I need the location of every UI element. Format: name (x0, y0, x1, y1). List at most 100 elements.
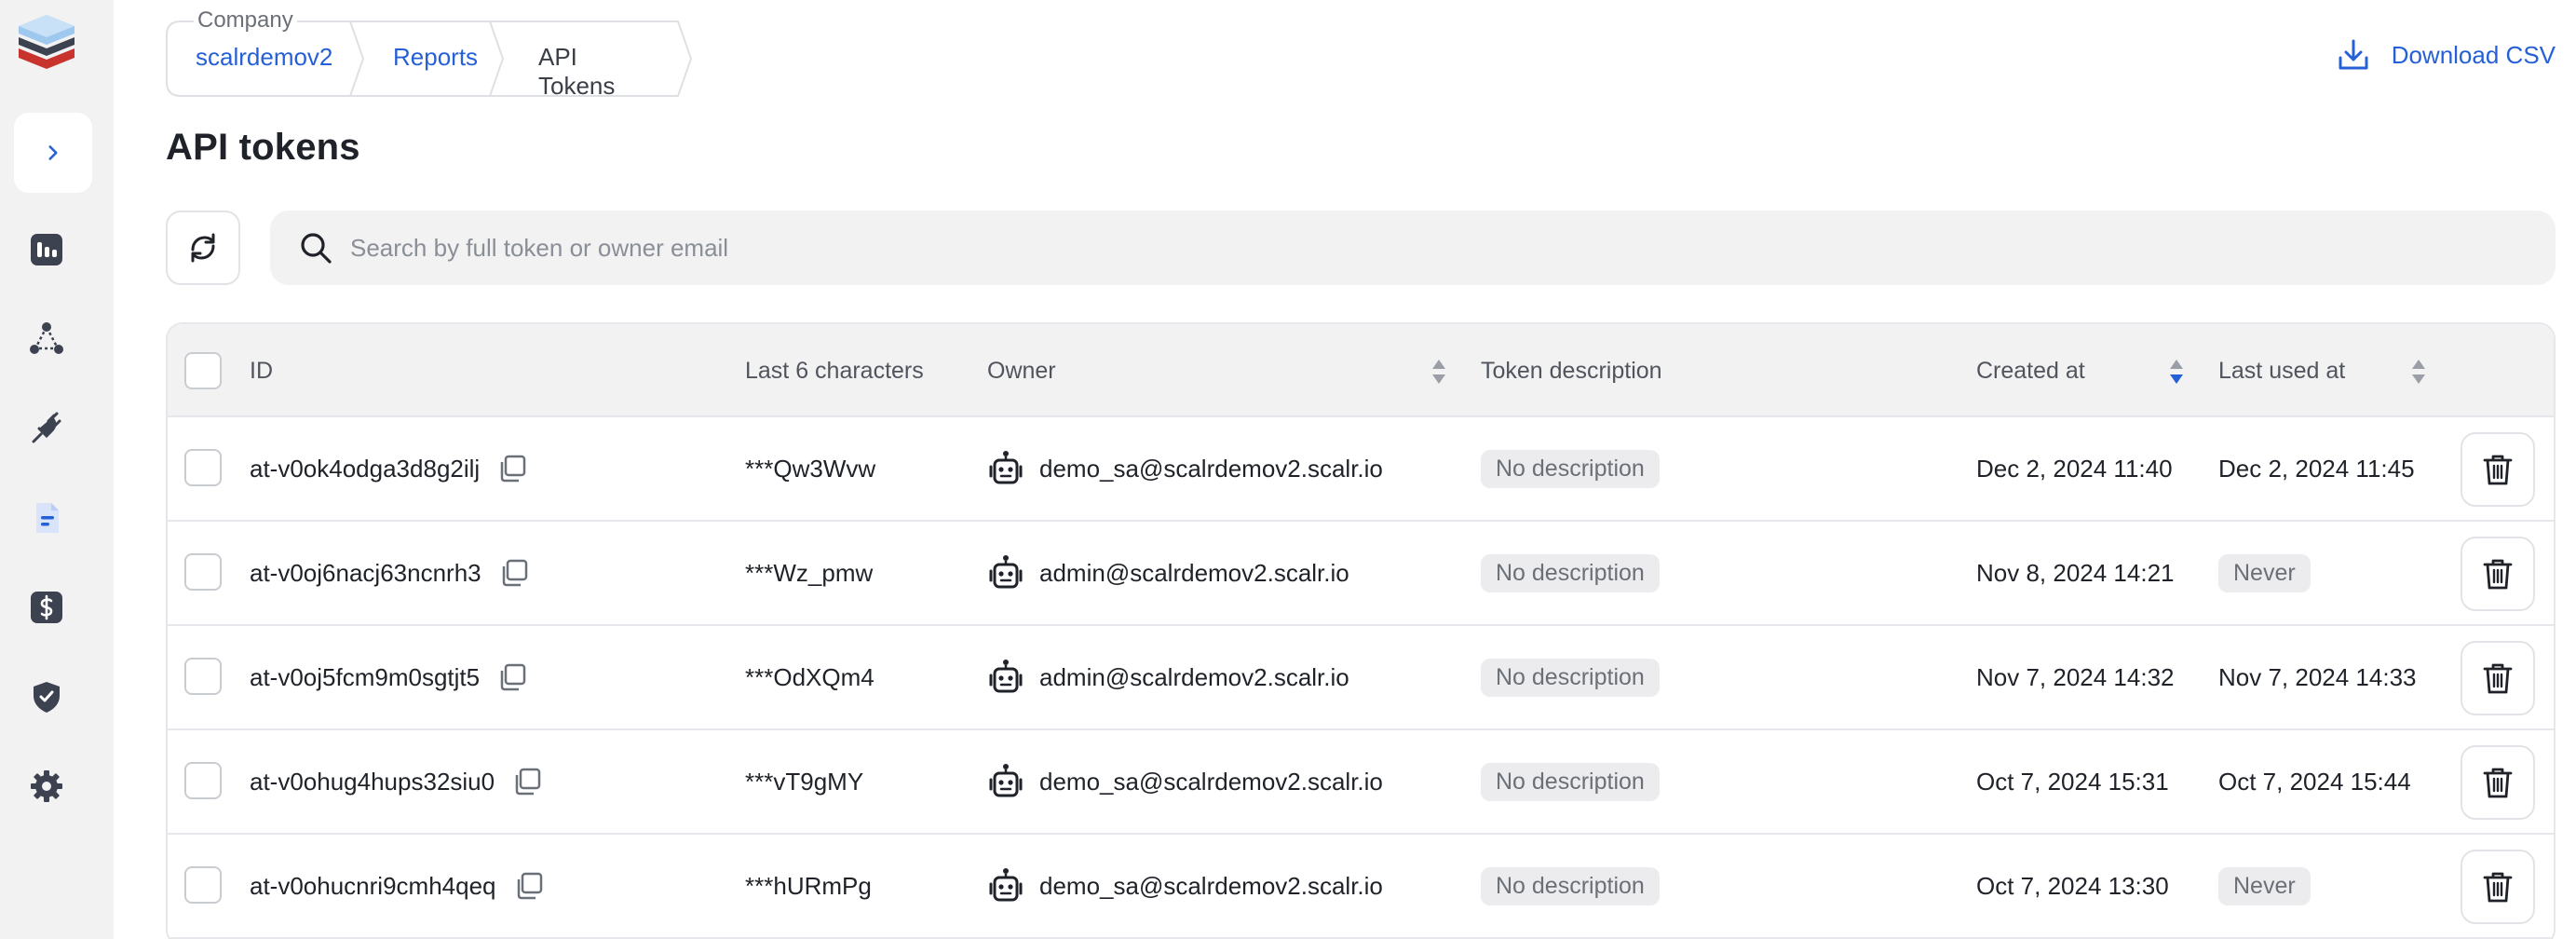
robot-icon (989, 451, 1023, 484)
owner-email: demo_sa@scalrdemov2.scalr.io (1039, 454, 1383, 483)
last-used-at: Oct 7, 2024 15:44 (2218, 767, 2411, 796)
description-cell: No description (1481, 835, 1660, 937)
nodes-icon (30, 322, 63, 354)
trash-icon (2483, 663, 2513, 694)
token-id-cell: at-v0oj6nacj63ncnrh3 (250, 522, 530, 624)
copy-icon[interactable] (498, 557, 530, 589)
copy-icon[interactable] (513, 870, 545, 902)
row-checkbox[interactable] (184, 449, 222, 486)
sort-last-used-icon[interactable] (2410, 358, 2427, 386)
sidebar-item-billing[interactable] (17, 578, 76, 637)
header-id: ID (250, 357, 273, 384)
table-header: ID Last 6 characters Owner Token descrip… (168, 324, 2554, 417)
robot-icon (989, 868, 1023, 902)
breadcrumb-current: API Tokens (538, 43, 616, 100)
download-icon (2339, 39, 2368, 70)
shield-icon (34, 682, 60, 713)
header-created[interactable]: Created at (1976, 324, 2085, 417)
token-last6: ***Qw3Wvw (745, 454, 876, 483)
gear-icon (31, 770, 62, 802)
description-badge: No description (1481, 762, 1660, 801)
row-checkbox[interactable] (184, 658, 222, 695)
last-used-cell: Nov 7, 2024 14:33 (2218, 626, 2417, 728)
sort-owner-icon[interactable] (1430, 358, 1447, 386)
token-id: at-v0ok4odga3d8g2ilj (250, 454, 481, 483)
sidebar-item-policies[interactable] (17, 667, 76, 727)
refresh-icon (191, 233, 215, 263)
tokens-table: ID Last 6 characters Owner Token descrip… (166, 322, 2556, 939)
billing-icon (31, 592, 62, 623)
table-row[interactable]: at-v0oj5fcm9m0sgtjt5 ***OdXQm4 admin@sca… (168, 626, 2554, 730)
delete-token-button[interactable] (2461, 432, 2535, 507)
table-row[interactable]: at-v0ohug4hups32siu0 ***vT9gMY demo_sa@s… (168, 730, 2554, 835)
last-used-at: Never (2218, 866, 2311, 905)
header-last6: Last 6 characters (745, 357, 924, 384)
last-used-at: Never (2218, 553, 2311, 592)
sidebar-item-settings[interactable] (17, 756, 76, 816)
trash-icon (2483, 559, 2513, 590)
token-id: at-v0ohug4hups32siu0 (250, 767, 495, 796)
breadcrumb-company[interactable]: scalrdemov2 (196, 43, 332, 72)
select-all-checkbox[interactable] (184, 352, 222, 389)
token-last6: ***vT9gMY (745, 767, 864, 796)
owner-cell: admin@scalrdemov2.scalr.io (987, 522, 1349, 624)
copy-icon[interactable] (511, 766, 543, 797)
created-at: Oct 7, 2024 15:31 (1976, 767, 2169, 796)
breadcrumb-reports[interactable]: Reports (393, 43, 478, 72)
sidebar-item-reports[interactable] (17, 488, 76, 548)
header-description: Token description (1481, 357, 1662, 384)
search-input[interactable] (350, 233, 2399, 263)
owner-email: admin@scalrdemov2.scalr.io (1039, 662, 1349, 691)
sidebar-item-environments[interactable] (17, 309, 76, 369)
copy-icon[interactable] (496, 661, 528, 693)
last-used-at: Nov 7, 2024 14:33 (2218, 662, 2417, 691)
delete-token-button[interactable] (2461, 641, 2535, 715)
search-bar (270, 211, 2556, 285)
reports-icon (36, 503, 59, 533)
token-id: at-v0ohucnri9cmh4qeq (250, 871, 496, 900)
token-id-cell: at-v0ohucnri9cmh4qeq (250, 835, 545, 937)
description-badge: No description (1481, 866, 1660, 905)
robot-icon (989, 555, 1023, 589)
header-last-used[interactable]: Last used at (2218, 324, 2345, 417)
owner-cell: demo_sa@scalrdemov2.scalr.io (987, 730, 1383, 833)
last-used-cell: Oct 7, 2024 15:44 (2218, 730, 2411, 833)
sidebar-item-integrations[interactable] (17, 399, 76, 458)
owner-cell: demo_sa@scalrdemov2.scalr.io (987, 417, 1383, 520)
owner-email: demo_sa@scalrdemov2.scalr.io (1039, 767, 1383, 796)
refresh-button[interactable] (166, 211, 240, 285)
description-badge: No description (1481, 553, 1660, 592)
plug-icon (32, 412, 61, 443)
last-used-cell: Never (2218, 522, 2311, 624)
download-csv-button[interactable]: Download CSV (2336, 37, 2556, 73)
last-used-at: Dec 2, 2024 11:45 (2218, 454, 2415, 483)
row-checkbox[interactable] (184, 762, 222, 799)
token-last6: ***OdXQm4 (745, 662, 874, 691)
token-id-cell: at-v0ohug4hups32siu0 (250, 730, 543, 833)
table-row[interactable]: at-v0oj6nacj63ncnrh3 ***Wz_pmw admin@sca… (168, 522, 2554, 626)
copy-icon[interactable] (496, 453, 528, 484)
token-last6: ***hURmPg (745, 871, 872, 900)
table-row[interactable]: at-v0ok4odga3d8g2ilj ***Qw3Wvw demo_sa@s… (168, 417, 2554, 522)
scalr-logo-icon[interactable] (13, 11, 80, 76)
chevron-right-icon (48, 145, 58, 160)
delete-token-button[interactable] (2461, 537, 2535, 611)
sort-created-icon[interactable] (2168, 358, 2185, 386)
description-cell: No description (1481, 626, 1660, 728)
token-id-cell: at-v0oj5fcm9m0sgtjt5 (250, 626, 528, 728)
delete-token-button[interactable] (2461, 745, 2535, 820)
table-row[interactable]: at-v0ohucnri9cmh4qeq ***hURmPg demo_sa@s… (168, 835, 2554, 939)
created-at: Oct 7, 2024 13:30 (1976, 871, 2169, 900)
row-checkbox[interactable] (184, 866, 222, 904)
download-csv-label: Download CSV (2391, 40, 2556, 69)
owner-cell: admin@scalrdemov2.scalr.io (987, 626, 1349, 728)
page-title: API tokens (166, 127, 360, 168)
description-cell: No description (1481, 417, 1660, 520)
description-badge: No description (1481, 658, 1660, 697)
owner-email: demo_sa@scalrdemov2.scalr.io (1039, 871, 1383, 900)
sidebar-item-dashboard[interactable] (17, 220, 76, 279)
row-checkbox[interactable] (184, 553, 222, 591)
delete-token-button[interactable] (2461, 850, 2535, 924)
header-owner[interactable]: Owner (987, 324, 1056, 417)
expand-sidebar-button[interactable] (14, 113, 92, 193)
